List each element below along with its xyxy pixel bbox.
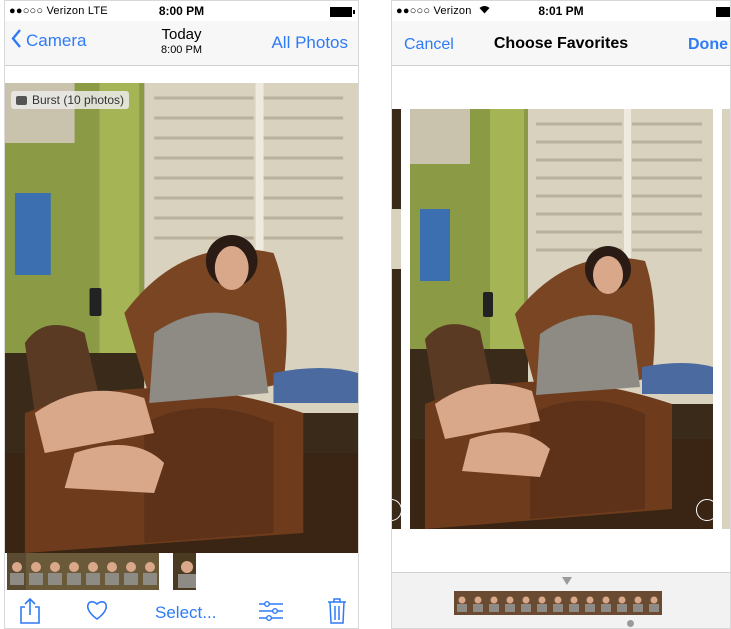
- burst-thumbnail[interactable]: [64, 553, 83, 590]
- scrubber-thumbnail[interactable]: [534, 591, 550, 615]
- burst-photo-image: [5, 83, 358, 553]
- share-icon[interactable]: [19, 597, 41, 628]
- scrubber-thumbnail[interactable]: [630, 591, 646, 615]
- burst-thumbnail[interactable]: [26, 553, 45, 590]
- burst-thumbnail[interactable]: [7, 553, 26, 590]
- position-marker-icon: [562, 577, 572, 585]
- burst-thumbnail-strip[interactable]: [7, 553, 196, 591]
- scrubber-thumbnail[interactable]: [598, 591, 614, 615]
- status-bar: ●●○○○ Verizon 8:01 PM: [392, 1, 730, 21]
- scrubber-thumbnail[interactable]: [502, 591, 518, 615]
- scrubber-thumbnail[interactable]: [566, 591, 582, 615]
- all-photos-button[interactable]: All Photos: [271, 33, 348, 53]
- burst-viewer-screen: ●●○○○ Verizon LTE 8:00 PM Camera Today 8…: [4, 0, 359, 629]
- burst-scrubber: [392, 572, 730, 628]
- favorite-photo-carousel[interactable]: [392, 109, 730, 529]
- scrubber-thumbnail[interactable]: [454, 591, 470, 615]
- choose-favorites-screen: ●●○○○ Verizon 8:01 PM Cancel Choose Favo…: [391, 0, 731, 629]
- select-button[interactable]: Select...: [155, 603, 216, 623]
- burst-thumbnail[interactable]: [83, 553, 102, 590]
- selected-dot-indicator: [627, 620, 634, 627]
- nav-bar: Cancel Choose Favorites Done: [392, 21, 730, 66]
- scrubber-thumbnail[interactable]: [550, 591, 566, 615]
- battery-icon: [330, 7, 355, 17]
- bottom-toolbar: Select...: [5, 593, 358, 628]
- scrubber-thumbnail-strip[interactable]: [454, 591, 662, 615]
- nav-bar: Camera Today 8:00 PM All Photos: [5, 21, 358, 66]
- scrubber-thumbnail[interactable]: [518, 591, 534, 615]
- carousel-photo-image: [392, 109, 730, 529]
- status-bar: ●●○○○ Verizon LTE 8:00 PM: [5, 1, 358, 21]
- scrubber-thumbnail[interactable]: [582, 591, 598, 615]
- main-photo[interactable]: Burst (10 photos): [5, 83, 358, 553]
- burst-badge: Burst (10 photos): [11, 91, 130, 109]
- burst-stack-icon: [16, 95, 27, 105]
- scrubber-thumbnail[interactable]: [614, 591, 630, 615]
- thumbnail-gap: [159, 553, 169, 591]
- burst-thumbnail-selected[interactable]: [169, 553, 196, 590]
- select-circle[interactable]: [696, 499, 718, 521]
- trash-icon[interactable]: [327, 597, 347, 628]
- done-button[interactable]: Done: [688, 36, 728, 54]
- battery-icon: [716, 7, 730, 17]
- adjust-icon[interactable]: [259, 601, 283, 626]
- burst-label: Burst (10 photos): [32, 93, 125, 107]
- burst-thumbnail[interactable]: [102, 553, 121, 590]
- scrubber-thumbnail[interactable]: [646, 591, 662, 615]
- page-title: Choose Favorites: [493, 35, 629, 52]
- burst-thumbnail[interactable]: [140, 553, 159, 590]
- heart-icon[interactable]: [85, 599, 109, 626]
- burst-thumbnail[interactable]: [45, 553, 64, 590]
- status-time: 8:00 PM: [158, 4, 205, 18]
- scrubber-thumbnail[interactable]: [470, 591, 486, 615]
- burst-thumbnail[interactable]: [121, 553, 140, 590]
- scrubber-thumbnail[interactable]: [486, 591, 502, 615]
- status-time: 8:01 PM: [538, 4, 584, 18]
